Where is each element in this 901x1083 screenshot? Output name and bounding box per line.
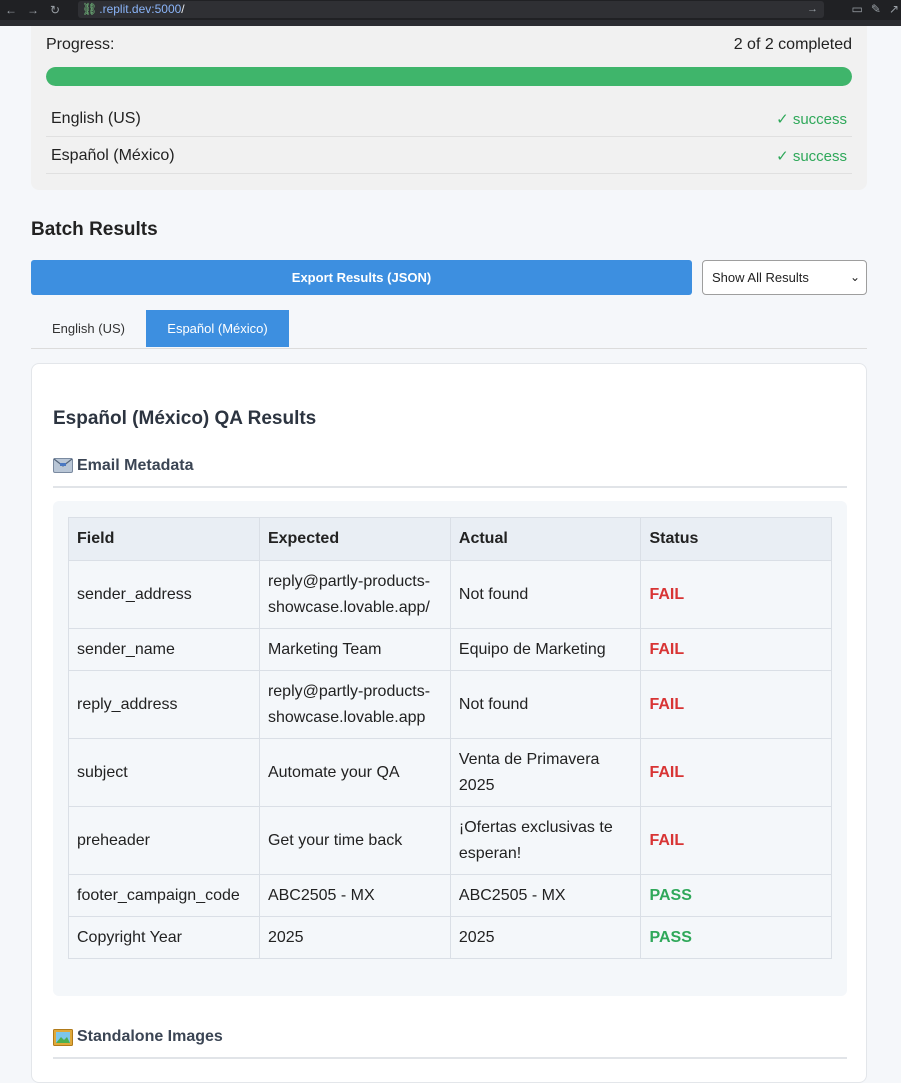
progress-fill [46, 67, 852, 86]
language-name: Español (México) [51, 146, 175, 164]
wrench-icon[interactable]: ✎ [871, 2, 881, 16]
chevron-down-icon: ⌄ [849, 270, 860, 284]
progress-label: Progress: [46, 36, 115, 53]
field-cell: sender_address [68, 560, 260, 629]
field-cell: Copyright Year [68, 916, 260, 959]
batch-results-title: Batch Results [31, 219, 158, 240]
go-arrow-icon[interactable]: → [807, 1, 818, 18]
filter-selected-value: Show All Results [712, 270, 809, 285]
forward-icon[interactable]: → [22, 3, 44, 17]
expected-cell: ABC2505 - MX [258, 874, 451, 917]
field-cell: preheader [68, 806, 260, 875]
table-row: preheader Get your time back ¡Ofertas ex… [68, 806, 832, 875]
language-status: ✓ success [776, 147, 847, 165]
table-row: sender_address reply@partly-products-sho… [68, 560, 832, 629]
expected-cell: Automate your QA [258, 738, 451, 807]
actual-cell: Equipo de Marketing [449, 628, 642, 671]
actual-cell: ABC2505 - MX [449, 874, 642, 917]
column-header: Actual [449, 517, 642, 561]
table-row: sender_name Marketing Team Equipo de Mar… [68, 628, 832, 671]
progress-count: 2 of 2 completed [733, 36, 852, 53]
email-metadata-heading: Email Metadata [77, 457, 194, 474]
results-filter-select[interactable]: Show All Results ⌄ [702, 260, 867, 295]
open-external-icon[interactable]: ↗ [889, 2, 899, 16]
status-cell: FAIL [640, 628, 832, 671]
tab-espanol-mexico[interactable]: Español (México) [146, 310, 289, 347]
field-cell: footer_campaign_code [68, 874, 260, 917]
column-header: Field [68, 517, 260, 561]
screen-icon[interactable]: ▭ [852, 2, 863, 16]
envelope-icon [53, 458, 73, 473]
metadata-table: Field Expected Actual Status sender_addr… [68, 517, 832, 959]
language-status-row: Español (México) ✓ success [46, 138, 852, 174]
expected-cell: Marketing Team [258, 628, 451, 671]
framed-picture-icon [53, 1029, 73, 1046]
table-row: reply_address reply@partly-products-show… [68, 670, 832, 739]
email-metadata-section-header: Email Metadata [53, 457, 847, 488]
export-results-button[interactable]: Export Results (JSON) [31, 260, 692, 295]
table-row: footer_campaign_code ABC2505 - MX ABC250… [68, 874, 832, 917]
browser-toolbar: ← → ↻ ⛓ .replit.dev:5000/ → ▭ ✎ ↗ [0, 0, 901, 20]
status-cell: PASS [640, 916, 832, 959]
actual-cell: 2025 [449, 916, 642, 959]
results-card: Español (México) QA Results Email Metada… [31, 363, 867, 1083]
status-cell: FAIL [640, 670, 832, 739]
url-host: .replit.dev:5000 [99, 2, 182, 16]
field-cell: reply_address [68, 670, 260, 739]
expected-cell: 2025 [258, 916, 451, 959]
back-icon[interactable]: ← [0, 3, 22, 17]
table-row: subject Automate your QA Venta de Primav… [68, 738, 832, 807]
expected-cell: reply@partly-products-showcase.lovable.a… [258, 670, 451, 739]
url-path: / [181, 2, 185, 16]
field-cell: sender_name [68, 628, 260, 671]
column-header: Expected [258, 517, 451, 561]
status-cell: FAIL [640, 806, 832, 875]
actual-cell: Venta de Primavera 2025 [449, 738, 642, 807]
standalone-images-heading: Standalone Images [77, 1028, 223, 1045]
language-status-row: English (US) ✓ success [46, 101, 852, 137]
language-tabs: English (US) Español (México) [31, 310, 867, 349]
tab-english-us[interactable]: English (US) [31, 310, 146, 347]
actual-cell: ¡Ofertas exclusivas te esperan! [449, 806, 642, 875]
progress-panel: Progress: 2 of 2 completed English (US) … [31, 26, 867, 190]
status-cell: FAIL [640, 738, 832, 807]
actual-cell: Not found [449, 560, 642, 629]
progress-bar [46, 67, 852, 86]
expected-cell: Get your time back [258, 806, 451, 875]
language-status: ✓ success [776, 110, 847, 128]
reload-icon[interactable]: ↻ [44, 3, 66, 17]
expected-cell: reply@partly-products-showcase.lovable.a… [258, 560, 451, 629]
address-bar[interactable]: ⛓ .replit.dev:5000/ → [78, 1, 824, 18]
language-name: English (US) [51, 109, 141, 127]
column-header: Status [640, 517, 832, 561]
table-row: Copyright Year 2025 2025 PASS [68, 916, 832, 959]
results-title: Español (México) QA Results [53, 408, 317, 429]
standalone-images-section-header: Standalone Images [53, 1028, 847, 1059]
status-cell: PASS [640, 874, 832, 917]
metadata-table-container: Field Expected Actual Status sender_addr… [53, 501, 847, 996]
status-cell: FAIL [640, 560, 832, 629]
field-cell: subject [68, 738, 260, 807]
actual-cell: Not found [449, 670, 642, 739]
link-icon: ⛓ [82, 2, 98, 16]
